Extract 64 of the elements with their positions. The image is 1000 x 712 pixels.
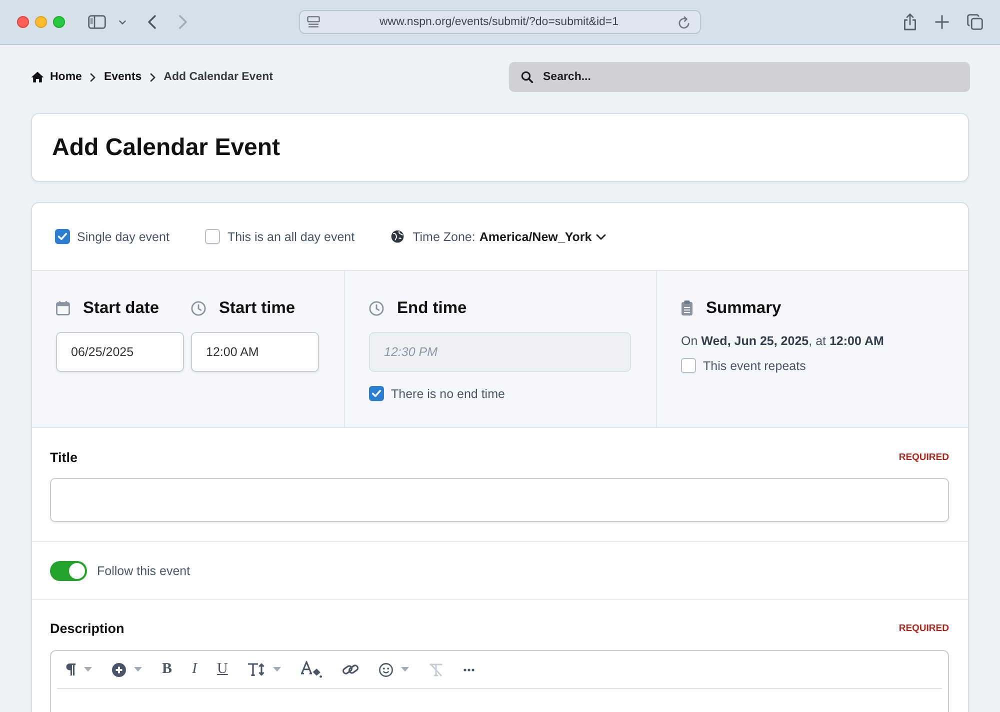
breadcrumb-link[interactable]: Home [50,71,82,83]
checkbox-label[interactable]: This is an all day event [227,230,355,244]
share-icon[interactable] [903,13,917,31]
checkmark-icon [372,390,381,397]
search-icon [521,71,533,83]
toggle-switch[interactable] [50,561,87,581]
clear-format-icon [428,662,443,676]
text-color-icon [300,661,322,678]
required-label: REQUIRED [898,622,949,634]
tabs-icon[interactable] [967,14,983,30]
caret-icon [84,667,92,672]
caret-icon [272,667,281,672]
font-size-icon [248,663,265,676]
date-field[interactable]: 06/25/2025 [56,332,184,372]
chevron-right-icon [150,72,156,82]
plus-circle-icon [112,662,126,676]
field-heading: Summary [706,298,782,318]
home-icon[interactable] [31,71,44,83]
paragraph-icon [65,663,76,676]
toggle-label: Follow this event [97,564,190,578]
caret-icon [134,667,142,672]
new-tab-icon[interactable] [935,15,949,29]
checkbox-label[interactable]: This event repeats [703,358,806,372]
chevron-down-icon [596,234,606,240]
timezone-dropdown[interactable]: Time Zone: America/New_York [412,230,606,244]
italic-button[interactable]: I [192,660,198,680]
time-field[interactable]: 12:00 AM [191,332,319,372]
breadcrumb-link[interactable]: Events [104,71,142,83]
link-icon [342,663,359,676]
search-field[interactable]: Search... [509,62,970,92]
checkmark-icon [58,233,67,240]
sidebar-icon[interactable] [88,15,106,29]
title-field[interactable] [50,478,949,522]
breadcrumb-current: Add Calendar Event [164,71,273,83]
field-heading: Start time [219,298,296,318]
chevron-down-icon[interactable] [119,20,126,24]
summary-text: On Wed, Jun 25, 2025, at 12:00 AM [681,333,885,350]
field-heading: Start date [83,298,160,318]
reload-icon[interactable] [678,16,690,28]
more-icon [462,668,475,672]
address-field[interactable]: www.nspn.org/events/submit/?do=submit&id=1 [299,10,701,34]
back-icon[interactable] [148,15,156,29]
checkbox[interactable] [55,229,70,244]
calendar-icon [56,300,70,316]
page-icon[interactable] [307,16,320,28]
clock-icon [191,300,206,316]
underline-button[interactable]: U [217,660,228,680]
caret-icon [400,667,409,672]
bold-button[interactable]: B [162,660,172,680]
field-heading: End time [397,298,467,318]
field-label: Title [50,450,78,464]
checkbox-label[interactable]: Single day event [77,230,170,244]
field-label: Description [50,620,124,636]
checkbox[interactable] [205,229,220,244]
text-color-button[interactable] [300,660,322,680]
chevron-right-icon [90,72,96,82]
required-label: REQUIRED [898,452,949,462]
checkbox[interactable] [681,358,696,373]
clock-icon [369,300,384,316]
page-title: Add Calendar Event [52,134,280,162]
globe-icon [390,230,404,243]
smiley-icon [378,662,393,676]
clipboard-icon [681,300,693,316]
close-window-icon[interactable] [17,16,29,28]
